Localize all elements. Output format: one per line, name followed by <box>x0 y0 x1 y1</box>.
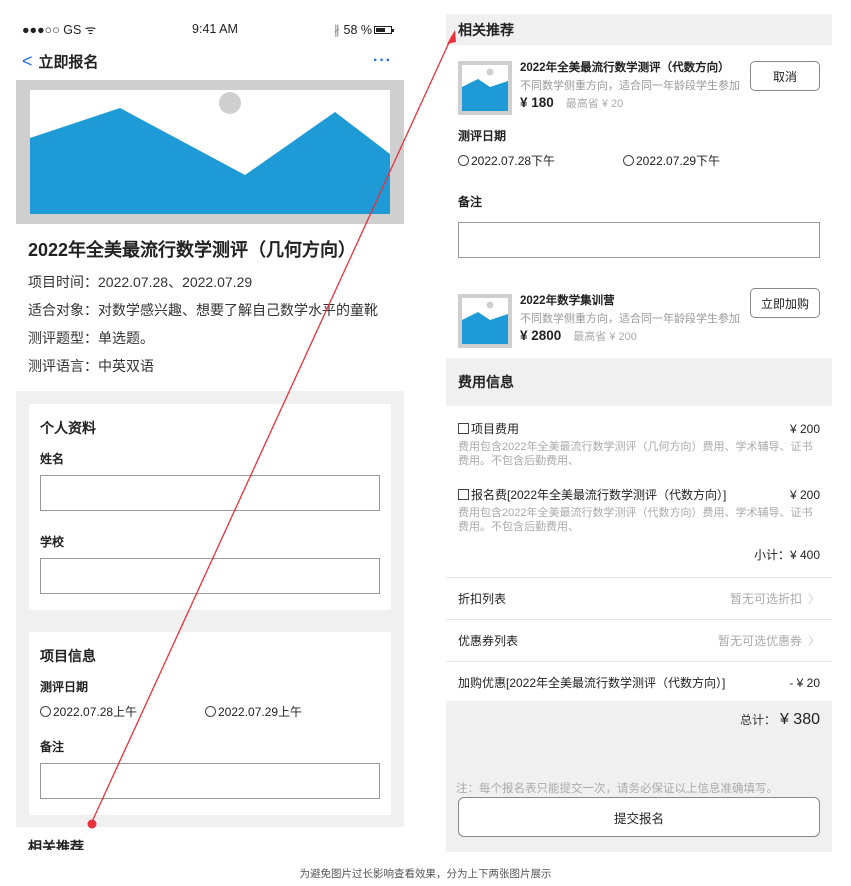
addon-amount: - ¥ 20 <box>789 675 820 690</box>
related-heading: 相关推荐 <box>446 14 832 45</box>
name-input[interactable] <box>40 475 380 511</box>
personal-heading: 个人资料 <box>40 420 96 436</box>
related-date-option-0729[interactable]: 2022.07.29下午 <box>623 152 788 169</box>
addon-discount-row: 加购优惠[2022年全美最流行数学测评（代数方向）] - ¥ 20 <box>446 661 832 703</box>
fee-amount: ¥ 200 <box>789 487 820 502</box>
clock-text: 9:41 AM <box>192 22 238 36</box>
nav-title: 立即报名 <box>38 53 99 71</box>
related-date-option-0728[interactable]: 2022.07.28下午 <box>458 152 623 169</box>
related-item-camp: 2022年数学集训营 不同数学侧重方向，适合同一年龄段学生参加 ¥ 2800 最高… <box>446 278 832 352</box>
coupon-row[interactable]: 优惠券列表 暂无可选优惠券〉 <box>446 619 832 661</box>
total-value: ¥ 380 <box>779 711 820 728</box>
more-button[interactable]: ··· <box>373 52 392 70</box>
event-title: 2022年全美最流行数学测评（几何方向） <box>28 240 357 260</box>
chevron-right-icon: 〉 <box>807 592 820 606</box>
addon-label: 加购优惠[2022年全美最流行数学测评（代数方向）] <box>458 676 726 690</box>
date-options: 2022.07.28上午 2022.07.29上午 <box>40 703 380 720</box>
chevron-right-icon: 〉 <box>807 634 820 648</box>
cancel-button[interactable]: 取消 <box>750 61 820 91</box>
back-button[interactable]: < 立即报名 <box>22 51 99 72</box>
product-thumbnail <box>458 294 512 348</box>
nav-bar: < 立即报名 ··· <box>16 44 404 78</box>
total: 总计： ¥ 380 <box>446 701 832 729</box>
bluetooth-icon: ∦ <box>333 22 341 37</box>
related-options: 测评日期 2022.07.28下午 2022.07.29下午 备注 <box>446 127 832 258</box>
right-screen: 相关推荐 2022年全美最流行数学测评（代数方向） 不同数学侧重方向，适合同一年… <box>446 14 832 852</box>
product-thumbnail <box>458 61 512 115</box>
date-label: 测评日期 <box>40 680 89 694</box>
event-time: 项目时间：2022.07.28、2022.07.29 <box>28 274 253 290</box>
battery-text: 58 % <box>343 22 373 37</box>
image-placeholder-icon <box>462 68 508 111</box>
fee-item-project: 项目费用 ¥ 200 费用包含2022年全美最流行数学测评（几何方向）费用、学术… <box>446 420 832 468</box>
submit-note: 注：每个报名表只能提交一次，请务必保证以上信息准确填写。 <box>456 783 778 795</box>
project-card: 项目信息 测评日期 2022.07.28上午 2022.07.29上午 备注 <box>29 632 391 815</box>
fee-amount: ¥ 200 <box>789 421 820 436</box>
checkbox-icon <box>458 489 469 500</box>
product-desc: 不同数学侧重方向，适合同一年龄段学生参加 <box>520 313 740 325</box>
submit-button[interactable]: 提交报名 <box>458 797 820 837</box>
discount-hint: 暂无可选折扣 <box>729 592 802 606</box>
add-to-cart-button[interactable]: 立即加购 <box>750 288 820 318</box>
project-heading: 项目信息 <box>40 648 96 664</box>
checkbox-icon <box>458 423 469 434</box>
left-screen: ●●●○○ GS ᯤ 9:41 AM ∦ 58 % < 立即报名 ··· 2022… <box>16 14 404 850</box>
form-area: 个人资料 姓名 学校 项目信息 测评日期 2022.07.28上午 2022.0… <box>16 391 404 827</box>
event-image <box>16 80 404 224</box>
related-date-options: 2022.07.28下午 2022.07.29下午 <box>458 152 820 169</box>
radio-icon <box>623 155 634 166</box>
coupon-hint: 暂无可选优惠券 <box>717 634 802 648</box>
footer-area: 总计： ¥ 380 注：每个报名表只能提交一次，请务必保证以上信息准确填写。 提交… <box>446 701 832 852</box>
remark-label: 备注 <box>40 740 65 754</box>
wifi-icon: ᯤ <box>84 22 97 37</box>
coupon-label: 优惠券列表 <box>458 634 519 648</box>
radio-icon <box>205 706 216 717</box>
product-desc: 不同数学侧重方向，适合同一年龄段学生参加 <box>520 80 740 92</box>
product-name: 2022年数学集训营 <box>520 295 615 307</box>
subtotal: 小计：¥ 400 <box>753 548 820 562</box>
discount-row[interactable]: 折扣列表 暂无可选折扣〉 <box>446 577 832 619</box>
remark-input[interactable] <box>40 763 380 799</box>
total-label: 总计： <box>739 713 776 727</box>
image-caption: 为避免图片过长影响查看效果，分为上下两张图片展示 <box>299 868 552 880</box>
status-bar: ●●●○○ GS ᯤ 9:41 AM ∦ 58 % <box>16 14 404 44</box>
event-language: 测评语言：中英双语 <box>28 358 154 374</box>
date-option-0728[interactable]: 2022.07.28上午 <box>40 703 205 720</box>
image-placeholder-icon <box>30 92 390 214</box>
fee-checkbox-project[interactable]: 项目费用 <box>458 420 519 437</box>
related-item-algebra: 2022年全美最流行数学测评（代数方向） 不同数学侧重方向，适合同一年龄段学生参… <box>446 45 832 119</box>
related-date-label: 测评日期 <box>458 129 507 143</box>
product-price: ¥ 180 <box>520 95 554 110</box>
radio-icon <box>458 155 469 166</box>
chevron-left-icon: < <box>22 50 33 71</box>
related-footer-heading: 相关推荐 <box>28 839 84 850</box>
fee-item-registration: 报名费[2022年全美最流行数学测评（代数方向）] ¥ 200 费用包含2022… <box>446 486 832 534</box>
product-price: ¥ 2800 <box>520 328 562 343</box>
school-label: 学校 <box>40 535 65 549</box>
date-option-0729[interactable]: 2022.07.29上午 <box>205 703 370 720</box>
event-question-type: 测评题型：单选题。 <box>28 330 154 346</box>
carrier-text: ●●●○○ GS <box>22 22 82 37</box>
product-save: 最高省 ¥ 20 <box>565 98 624 110</box>
fee-desc: 费用包含2022年全美最流行数学测评（几何方向）费用、学术辅导、证书费用。不包含… <box>458 441 813 467</box>
fee-desc: 费用包含2022年全美最流行数学测评（代数方向）费用、学术辅导、证书费用。不包含… <box>458 507 813 533</box>
related-remark-input[interactable] <box>458 222 820 258</box>
product-name: 2022年全美最流行数学测评（代数方向） <box>520 62 730 74</box>
fee-checkbox-registration[interactable]: 报名费[2022年全美最流行数学测评（代数方向）] <box>458 486 726 503</box>
image-placeholder-icon <box>462 301 508 344</box>
school-input[interactable] <box>40 558 380 594</box>
discount-label: 折扣列表 <box>458 592 507 606</box>
product-save: 最高省 ¥ 200 <box>573 331 637 343</box>
related-remark-label: 备注 <box>458 195 483 209</box>
fees-heading: 费用信息 <box>446 358 832 406</box>
name-label: 姓名 <box>40 452 65 466</box>
radio-icon <box>40 706 51 717</box>
event-audience: 适合对象：对数学感兴趣、想要了解自己数学水平的童靴 <box>28 302 378 318</box>
personal-card: 个人资料 姓名 学校 <box>29 404 391 610</box>
battery-icon <box>374 26 394 35</box>
